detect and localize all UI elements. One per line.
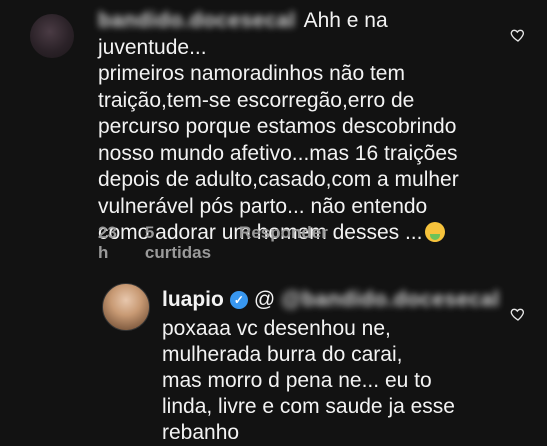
like-heart-icon[interactable] — [510, 27, 526, 43]
username[interactable]: luapio — [162, 288, 224, 312]
like-heart-icon[interactable] — [510, 306, 526, 322]
comment-meta: 23 h 5 curtidas Responder — [98, 223, 328, 263]
username-blurred[interactable]: bandido.docesecal — [98, 8, 296, 35]
reply-header: luapio ✓ @ @bandido.docesecal — [162, 288, 500, 312]
reply-text: poxaaa vc desenhou ne, mulherada burra d… — [162, 317, 455, 444]
nauseated-face-emoji-icon — [425, 222, 446, 242]
avatar[interactable] — [30, 14, 74, 58]
verified-badge-icon: ✓ — [229, 291, 248, 309]
timestamp: 23 h — [98, 223, 117, 262]
avatar[interactable] — [102, 283, 150, 331]
mention-prefix[interactable]: @ — [254, 288, 275, 312]
reply-button[interactable]: Responder — [239, 223, 328, 263]
mention-blurred[interactable]: @bandido.docesecal — [281, 288, 500, 312]
likes-count[interactable]: 5 curtidas — [145, 223, 211, 263]
comment-text: bandido.docesecal Ahh e na juventude... p… — [98, 8, 459, 244]
